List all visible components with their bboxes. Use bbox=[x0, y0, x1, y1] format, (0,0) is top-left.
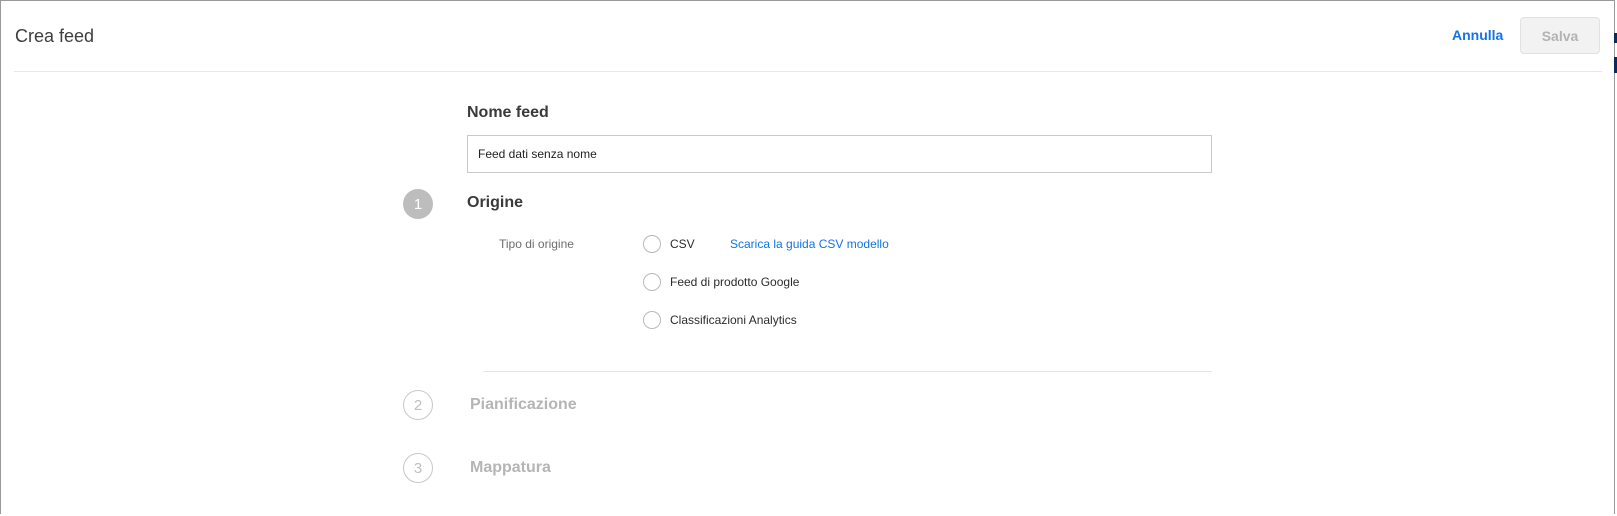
section-divider bbox=[483, 371, 1212, 372]
radio-button[interactable] bbox=[643, 311, 661, 329]
header-divider bbox=[14, 71, 1602, 72]
step-3-indicator[interactable]: 3 bbox=[403, 453, 433, 483]
save-button[interactable]: Salva bbox=[1520, 17, 1600, 54]
page-title: Crea feed bbox=[15, 26, 95, 46]
radio-button[interactable] bbox=[643, 235, 661, 253]
radio-option-csv[interactable]: CSV bbox=[643, 235, 695, 253]
step-1-title: Origine bbox=[467, 194, 524, 211]
radio-label: Classificazioni Analytics bbox=[670, 313, 797, 327]
step-2-title[interactable]: Pianificazione bbox=[470, 396, 577, 414]
step-3-title[interactable]: Mappatura bbox=[470, 459, 551, 477]
radio-label: Feed di prodotto Google bbox=[670, 275, 800, 289]
feed-name-label: Nome feed bbox=[467, 104, 549, 121]
radio-option-google-product-feed[interactable]: Feed di prodotto Google bbox=[643, 273, 799, 291]
feed-name-input[interactable] bbox=[467, 135, 1212, 173]
radio-label: CSV bbox=[670, 237, 695, 251]
radio-button[interactable] bbox=[643, 273, 661, 291]
step-1-indicator: 1 bbox=[403, 189, 433, 219]
dialog-frame bbox=[0, 0, 1615, 514]
cancel-button[interactable]: Annulla bbox=[1452, 27, 1503, 43]
radio-option-analytics-classifications[interactable]: Classificazioni Analytics bbox=[643, 311, 797, 329]
download-csv-guide-link[interactable]: Scarica la guida CSV modello bbox=[730, 237, 889, 251]
step-2-indicator[interactable]: 2 bbox=[403, 390, 433, 420]
source-type-label: Tipo di origine bbox=[499, 237, 574, 251]
